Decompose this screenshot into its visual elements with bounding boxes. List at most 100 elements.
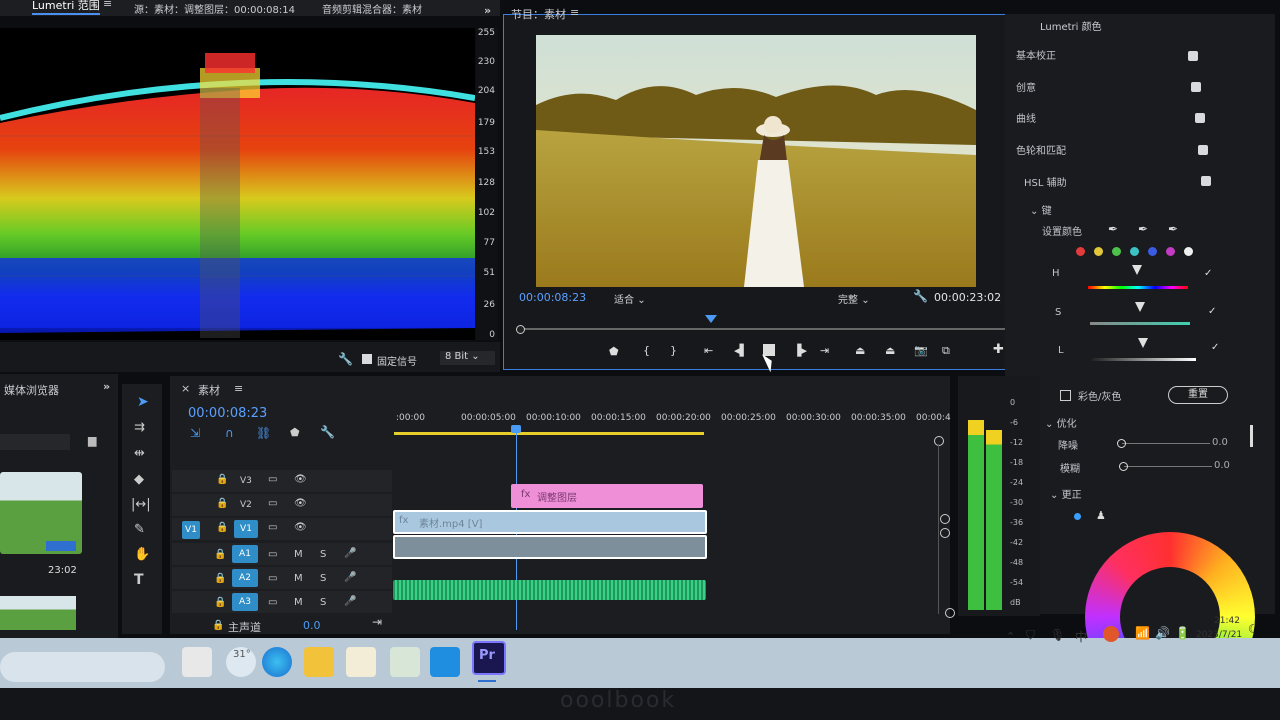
eye-icon[interactable]: 👁 — [294, 522, 307, 533]
extract-icon[interactable]: ⏏ — [885, 344, 895, 357]
program-scrubber[interactable] — [520, 328, 1010, 330]
sync-lock-icon[interactable]: ▭ — [268, 597, 277, 608]
settings-wrench-icon[interactable]: 🔧 — [913, 289, 928, 303]
timeline-menu-icon[interactable]: ≡ — [234, 382, 243, 395]
panel-overflow-icon[interactable]: » — [484, 4, 491, 17]
fit-zoom-dropdown[interactable]: 适合 ⌄ — [614, 291, 678, 306]
sync-lock-icon[interactable]: ▭ — [268, 522, 277, 533]
lumetri-scrollbar[interactable] — [1250, 425, 1253, 447]
add-marker-icon[interactable]: ⬟ — [290, 426, 300, 439]
saturation-range-slider[interactable] — [1090, 322, 1190, 325]
media-thumbnail[interactable] — [0, 596, 76, 630]
program-playhead-timecode[interactable]: 00:00:08:23 — [519, 291, 586, 304]
notes-app-icon[interactable] — [346, 647, 376, 677]
mark-out-icon[interactable]: } — [670, 344, 677, 357]
battery-icon[interactable]: 🔋 — [1175, 626, 1190, 640]
notification-icon[interactable]: ☾ — [1248, 622, 1259, 636]
go-to-end-icon[interactable]: ⇥ — [372, 615, 382, 629]
snap-icon[interactable]: ∩ — [225, 426, 234, 440]
track-select-tool-icon[interactable]: ⇉ — [134, 420, 145, 435]
section-creative[interactable]: 创意 — [1016, 79, 1036, 94]
blur-handle[interactable] — [1119, 462, 1128, 471]
lock-icon[interactable]: 🔒 — [216, 498, 228, 509]
eye-icon[interactable]: 👁 — [294, 474, 307, 485]
linked-selection-icon[interactable]: ⛓ — [256, 426, 271, 440]
color-swatch[interactable] — [1130, 247, 1139, 256]
color-gray-checkbox[interactable] — [1060, 390, 1071, 401]
add-marker-icon[interactable]: ⬟ — [609, 345, 619, 358]
denoise-slider[interactable] — [1122, 443, 1210, 444]
weather-widget-icon[interactable]: 31° — [226, 647, 256, 677]
section-hsl-secondary[interactable]: HSL 辅助 — [1024, 174, 1067, 189]
timeline-settings-wrench-icon[interactable]: 🔧 — [320, 425, 335, 439]
premiere-pro-icon[interactable]: Pr — [472, 641, 506, 675]
lock-icon[interactable]: 🔒 — [212, 620, 224, 631]
luminance-handle[interactable] — [1138, 338, 1148, 348]
timeline-playhead[interactable] — [511, 425, 521, 433]
lock-icon[interactable]: 🔒 — [216, 474, 228, 485]
file-explorer-icon[interactable] — [304, 647, 334, 677]
color-swatch[interactable] — [1094, 247, 1103, 256]
hsl-secondary-checkbox[interactable] — [1201, 176, 1211, 186]
track-label-v3[interactable]: V3 — [240, 476, 252, 486]
clock-date[interactable]: 2023/7/21 — [1196, 630, 1242, 640]
track-label-v1[interactable]: V1 — [234, 520, 258, 538]
comparison-view-icon[interactable]: ⧉ — [942, 344, 950, 358]
lock-icon[interactable]: 🔒 — [214, 597, 226, 608]
lock-icon[interactable]: 🔒 — [216, 522, 228, 533]
wrench-icon[interactable]: 🔧 — [338, 352, 353, 366]
denoise-handle[interactable] — [1117, 439, 1126, 448]
luminance-range-slider[interactable] — [1092, 358, 1196, 361]
type-tool-icon[interactable]: T — [134, 572, 144, 588]
color-swatch[interactable] — [1076, 247, 1085, 256]
correction-section[interactable]: ⌄ 更正 — [1050, 486, 1082, 501]
folder-icon[interactable]: ▆ — [88, 434, 96, 447]
razor-tool-icon[interactable]: ◆ — [134, 472, 144, 487]
mute-button[interactable]: M — [294, 549, 303, 560]
video-scroll-handle[interactable] — [940, 514, 950, 524]
sync-lock-icon[interactable]: ▭ — [268, 549, 277, 560]
lift-icon[interactable]: ⏏ — [855, 344, 865, 357]
pen-tool-icon[interactable]: ✎ — [134, 522, 145, 537]
master-volume-value[interactable]: 0.0 — [303, 619, 321, 632]
refine-section[interactable]: ⌄ 优化 — [1045, 415, 1077, 430]
tab-audio-mixer[interactable]: 音频剪辑混合器：素材 — [322, 1, 422, 16]
program-playhead[interactable] — [705, 315, 718, 323]
eye-icon[interactable]: 👁 — [294, 498, 307, 509]
media-path-dropdown[interactable] — [0, 434, 70, 450]
lock-icon[interactable]: 🔒 — [214, 549, 226, 560]
blur-slider[interactable] — [1124, 466, 1212, 467]
wheel-mode-multi-icon[interactable]: ♟ — [1096, 509, 1106, 522]
input-method-indicator[interactable]: 中 — [1075, 628, 1087, 645]
saturation-check-icon[interactable]: ✓ — [1208, 306, 1216, 317]
lock-icon[interactable]: 🔒 — [214, 573, 226, 584]
export-frame-camera-icon[interactable]: 📷 — [914, 344, 928, 357]
color-swatch[interactable] — [1112, 247, 1121, 256]
tab-source[interactable]: 源：素材：调整图层：00:00:08:14 — [134, 1, 295, 16]
solo-button[interactable]: S — [320, 573, 326, 584]
mute-button[interactable]: M — [294, 597, 303, 608]
show-hidden-icons-icon[interactable]: ⌃ — [1006, 630, 1015, 643]
eyedropper-icon[interactable]: ✒ — [1108, 222, 1118, 236]
button-editor-plus-icon[interactable]: ✚ — [993, 342, 1004, 357]
slip-tool-icon[interactable]: |↔| — [131, 497, 151, 512]
denoise-value[interactable]: 0.0 — [1212, 437, 1228, 448]
scroll-end-handle[interactable] — [945, 608, 955, 618]
search-box[interactable] — [0, 652, 165, 682]
sync-lock-icon[interactable]: ▭ — [268, 474, 277, 485]
audio-clip[interactable] — [393, 535, 707, 559]
mark-in-icon[interactable]: { — [643, 344, 650, 357]
security-shield-icon[interactable]: ⛉ — [1026, 628, 1035, 643]
key-section[interactable]: ⌄ 键 — [1030, 202, 1052, 217]
timeline-timecode[interactable]: 00:00:08:23 — [188, 406, 267, 421]
hue-check-icon[interactable]: ✓ — [1204, 268, 1212, 279]
ripple-edit-tool-icon[interactable]: ⇹ — [134, 446, 145, 461]
voiceover-mic-icon[interactable]: 🎤 — [344, 548, 356, 559]
tab-lumetri-scopes[interactable]: Lumetri 范围 — [32, 0, 100, 15]
sync-lock-icon[interactable]: ▭ — [268, 498, 277, 509]
hamburger-menu-icon[interactable]: ≡ — [103, 0, 112, 10]
task-view-icon[interactable] — [182, 647, 212, 677]
track-label-a1[interactable]: A1 — [232, 545, 258, 563]
step-back-icon[interactable]: ◂▌ — [734, 344, 748, 357]
playback-resolution-dropdown[interactable]: 完整 ⌄ — [838, 291, 898, 306]
